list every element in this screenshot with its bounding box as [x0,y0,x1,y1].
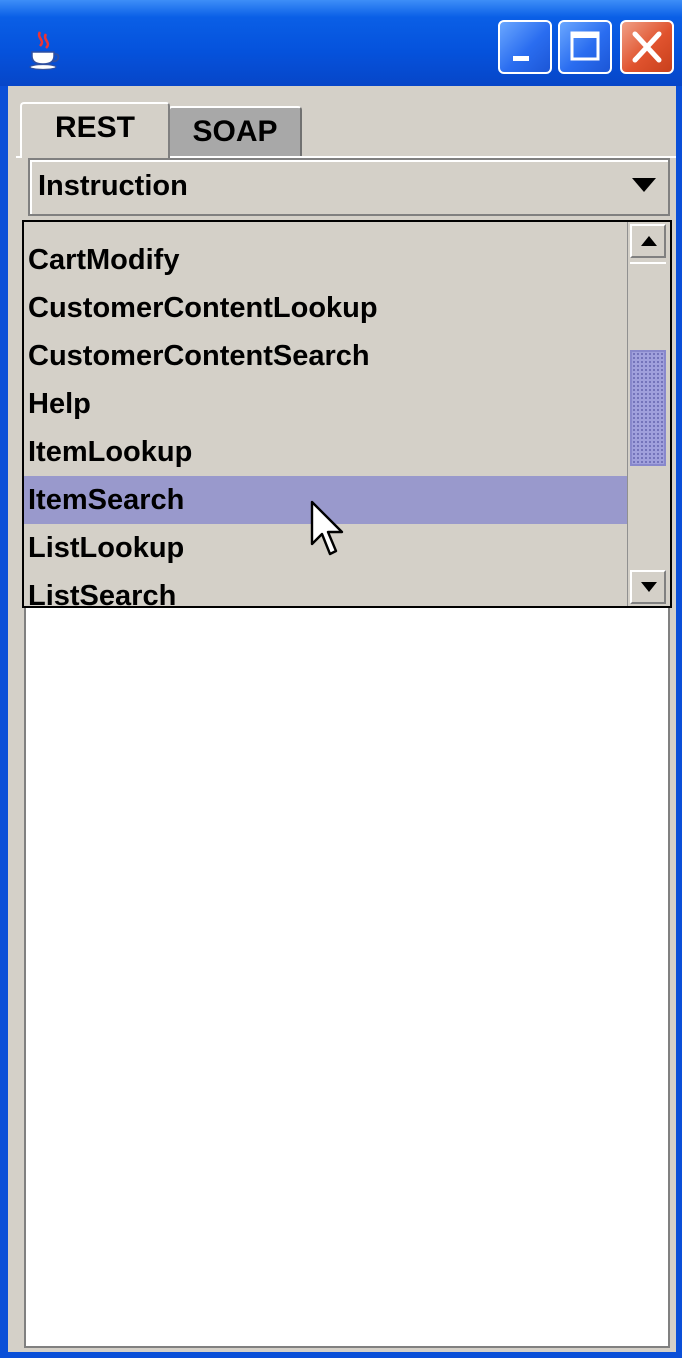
minimize-button[interactable] [498,20,552,74]
list-item[interactable]: CustomerContentSearch [24,332,628,380]
mouse-cursor-icon [310,500,344,556]
scroll-track-edge [630,262,666,264]
close-button[interactable] [620,20,674,74]
list-item[interactable]: CartModify [24,236,628,284]
java-coffee-cup-icon [29,31,60,70]
list-item[interactable]: Help [24,380,628,428]
operation-combobox[interactable]: Instruction [28,158,670,216]
combobox-value: Instruction [38,170,188,202]
client-area: SOAP REST Instruction CartGet CartModify… [8,86,676,1352]
list-item[interactable]: ListSearch [24,572,628,606]
list-scrollbar[interactable] [627,222,670,606]
scroll-up-button[interactable] [630,224,666,258]
application-window: SOAP REST Instruction CartGet CartModify… [0,0,682,1358]
list-item[interactable]: ItemLookup [24,428,628,476]
scroll-down-button[interactable] [630,570,666,604]
list-item[interactable]: CustomerContentLookup [24,284,628,332]
close-icon [632,31,662,63]
list-item[interactable]: CartGet [24,222,628,236]
tab-soap[interactable]: SOAP [168,106,302,158]
content-area[interactable] [24,606,670,1348]
tab-rest[interactable]: REST [20,102,170,158]
chevron-down-icon[interactable] [632,178,656,192]
maximize-button[interactable] [558,20,612,74]
scroll-thumb[interactable] [630,350,666,466]
maximize-icon [570,31,600,61]
title-bar[interactable] [0,0,682,86]
minimize-icon [513,56,529,61]
